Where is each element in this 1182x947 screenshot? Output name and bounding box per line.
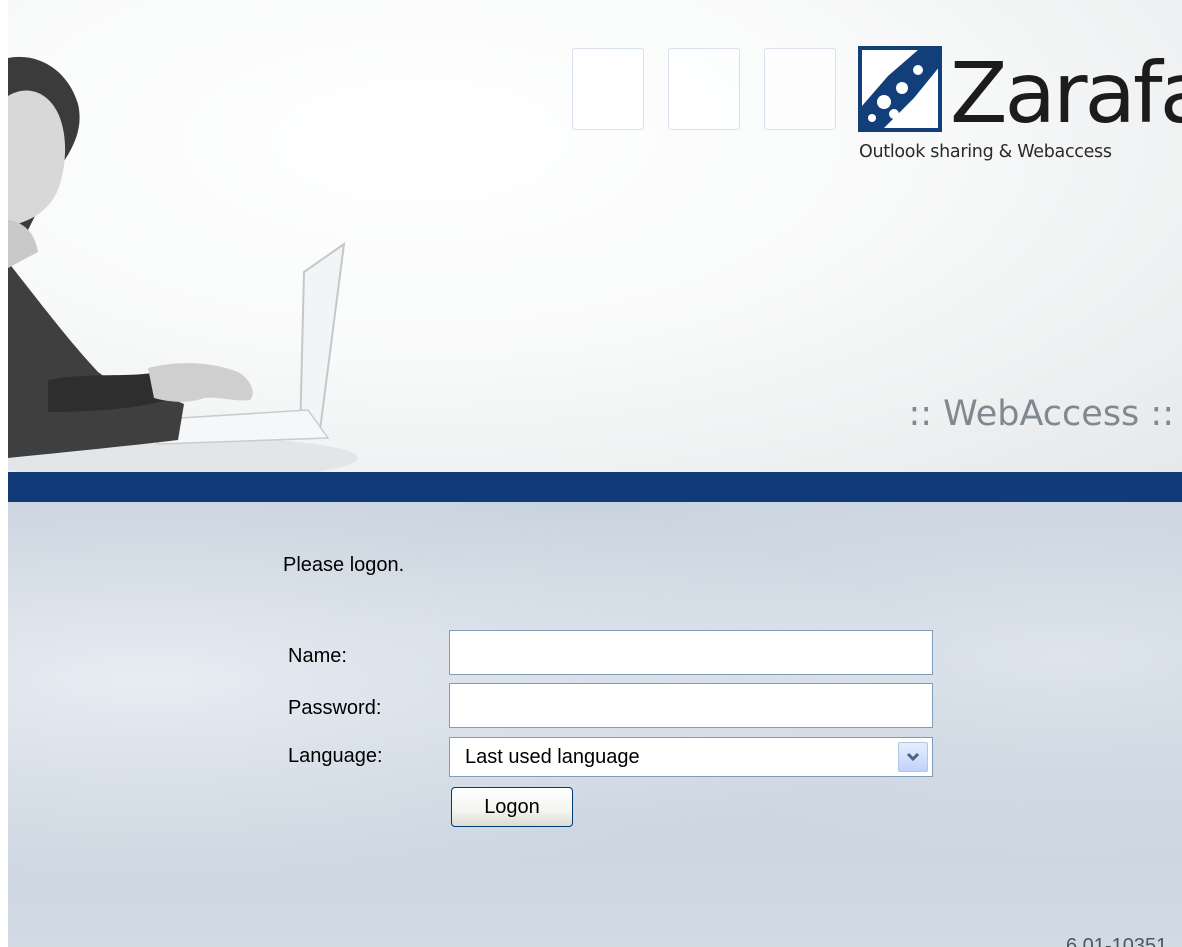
header-band xyxy=(8,472,1182,502)
product-title: :: WebAccess :: xyxy=(908,394,1174,434)
login-page: Zarafa Outlook sharing & Webaccess :: We… xyxy=(0,0,1182,947)
brand-name: Zarafa xyxy=(950,44,1182,142)
password-input[interactable] xyxy=(449,683,933,728)
version-label: 6.01-10351 xyxy=(1066,935,1168,947)
decorative-square xyxy=(668,48,740,130)
logo-decoration xyxy=(572,48,836,132)
zarafa-logo-icon xyxy=(858,46,942,132)
header-photo xyxy=(8,56,358,472)
decorative-square xyxy=(572,48,644,130)
brand-tagline: Outlook sharing & Webaccess xyxy=(859,142,1112,162)
logon-prompt: Please logon. xyxy=(283,554,405,576)
password-label: Password: xyxy=(288,697,382,719)
login-form: Please logon. Name: Password: Language: … xyxy=(8,502,1182,947)
logon-button[interactable]: Logon xyxy=(451,787,573,827)
dropdown-button[interactable] xyxy=(898,742,928,772)
name-input[interactable] xyxy=(449,630,933,675)
language-select[interactable]: Last used language xyxy=(449,737,933,777)
name-label: Name: xyxy=(288,645,347,667)
language-selected-value: Last used language xyxy=(465,746,640,768)
header-banner: Zarafa Outlook sharing & Webaccess :: We… xyxy=(8,0,1182,472)
chevron-down-icon xyxy=(906,752,920,762)
decorative-square xyxy=(764,48,836,130)
language-label: Language: xyxy=(288,745,383,767)
